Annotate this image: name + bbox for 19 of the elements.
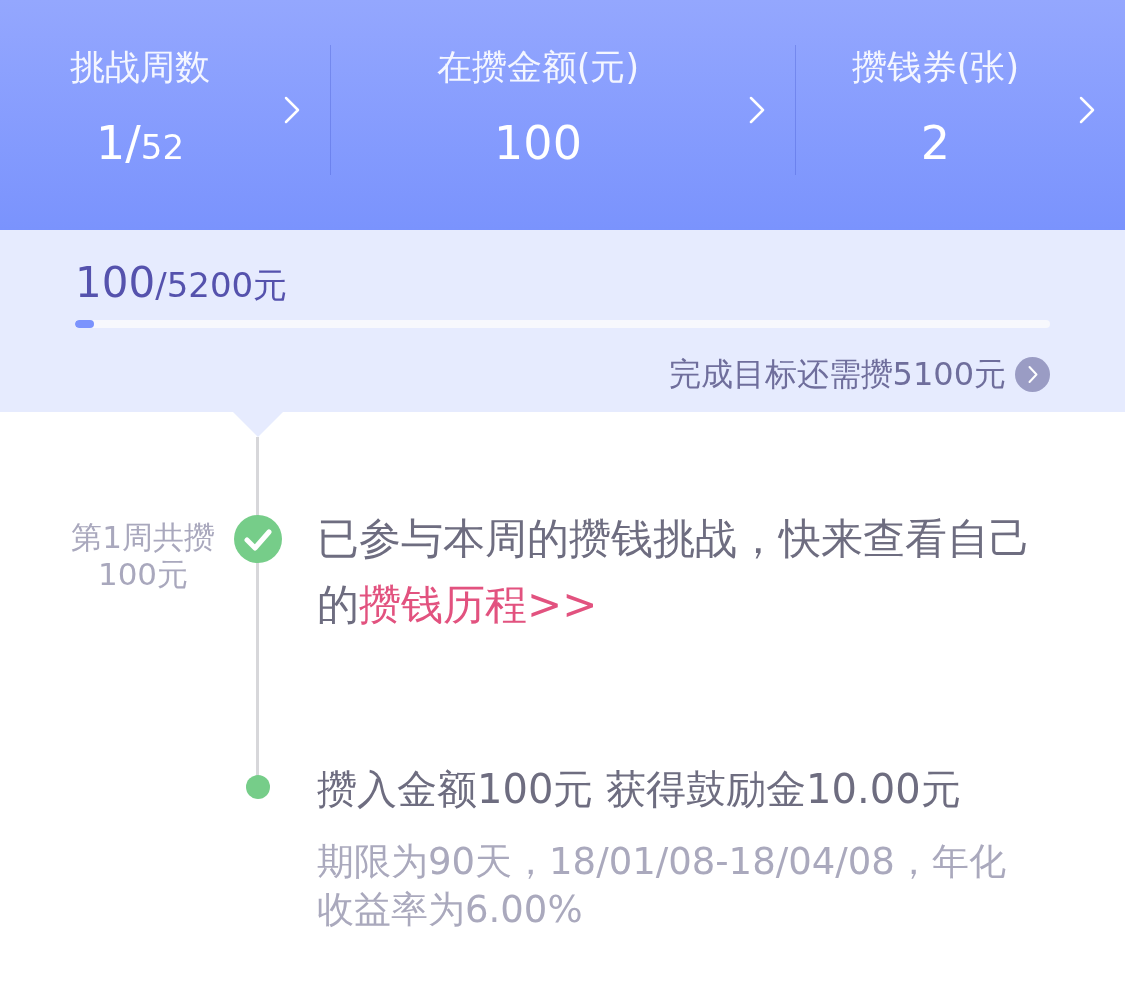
timeline-message: 已参与本周的攒钱挑战，快来查看自己的攒钱历程>> — [317, 513, 1032, 631]
deposit-detail: 期限为90天，18/01/08-18/04/08，年化收益率为6.00% — [317, 839, 1007, 933]
deposit-title: 攒入金额100元 获得鼓励金10.00元 — [317, 765, 962, 814]
stat-value: 100 — [494, 115, 582, 172]
week-summary: 第1周共攒100元 — [70, 519, 216, 593]
stat-label: 在攒金额(元) — [436, 46, 640, 89]
stat-value: 2 — [920, 115, 951, 172]
progress-amount: 100/5200元 — [75, 257, 288, 309]
stat-label: 攒钱券(张) — [851, 46, 1020, 89]
check-circle-icon — [234, 515, 282, 563]
chevron-right-icon[interactable] — [284, 96, 300, 124]
chevron-right-icon[interactable] — [1079, 96, 1095, 124]
dot-icon — [246, 775, 270, 799]
stat-label: 挑战周数 — [70, 46, 210, 89]
chevron-circle-icon[interactable] — [1015, 356, 1050, 392]
stat-value: 1/52 — [96, 115, 184, 172]
remaining-amount: 完成目标还需攒5100元 — [668, 354, 1006, 394]
history-link[interactable]: 攒钱历程>> — [359, 580, 598, 629]
chevron-right-icon[interactable] — [749, 96, 765, 124]
